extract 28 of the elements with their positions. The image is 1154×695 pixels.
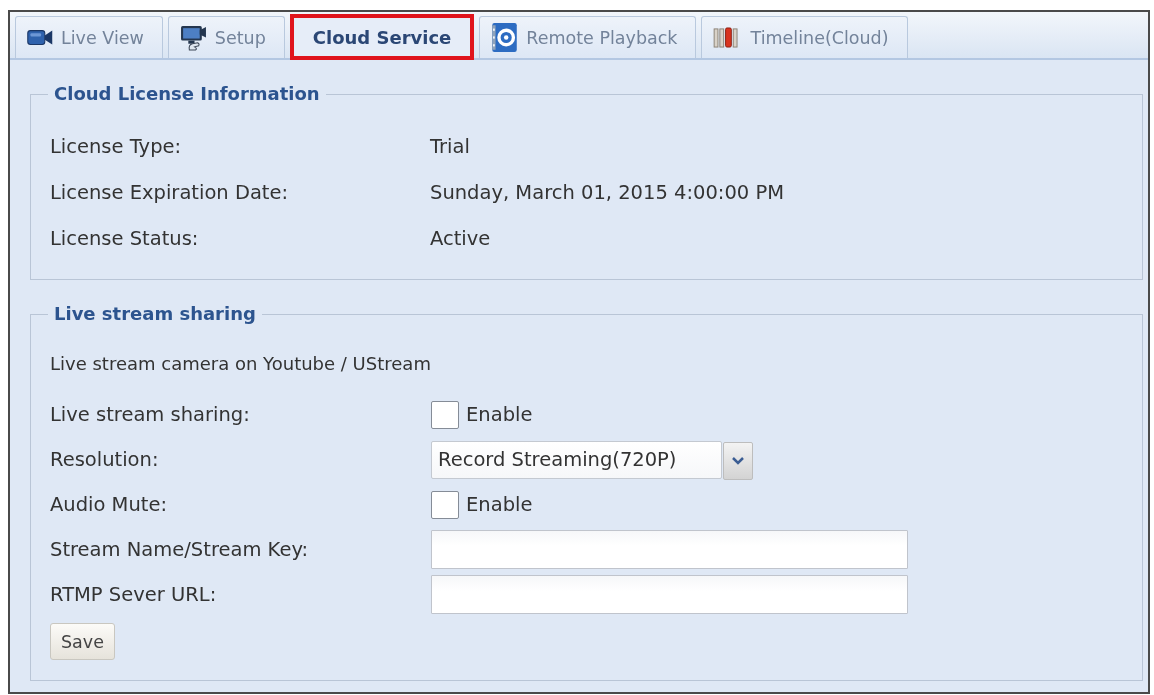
tab[interactable]: Cloud Service	[289, 14, 475, 60]
text-field[interactable]	[431, 530, 908, 569]
resolution-select[interactable]: Record Streaming(720P)	[431, 440, 722, 479]
checkbox-label[interactable]: Enable	[466, 493, 533, 516]
field-value: Trial	[430, 134, 470, 158]
monitor-icon	[179, 24, 207, 51]
field-label: License Status:	[50, 226, 199, 250]
description-text: Live stream camera on Youtube / UStream	[50, 351, 431, 376]
field-label: License Type:	[50, 134, 182, 158]
checkbox[interactable]	[431, 490, 459, 519]
group-title: Cloud License Information	[53, 82, 321, 106]
reel-icon	[491, 23, 519, 52]
field-label: License Expiration Date:	[50, 180, 289, 204]
field-label: Resolution:	[50, 448, 159, 471]
field-label: Audio Mute:	[50, 493, 168, 516]
dropdown-button[interactable]	[723, 442, 753, 480]
chevron-down-icon	[732, 457, 744, 465]
group-title: Live stream sharing	[53, 302, 257, 326]
field-value: Active	[430, 226, 491, 250]
text-field[interactable]	[431, 575, 908, 614]
save-button[interactable]: Save	[50, 623, 115, 660]
field-label: Live stream sharing:	[50, 403, 250, 426]
checkbox[interactable]	[431, 400, 459, 429]
field-label: Stream Name/Stream Key:	[50, 538, 309, 561]
video-camera-icon	[27, 29, 53, 46]
checkbox-label[interactable]: Enable	[466, 403, 533, 426]
field-value: Sunday, March 01, 2015 4:00:00 PM	[430, 180, 784, 204]
field-label: RTMP Sever URL:	[50, 583, 217, 606]
